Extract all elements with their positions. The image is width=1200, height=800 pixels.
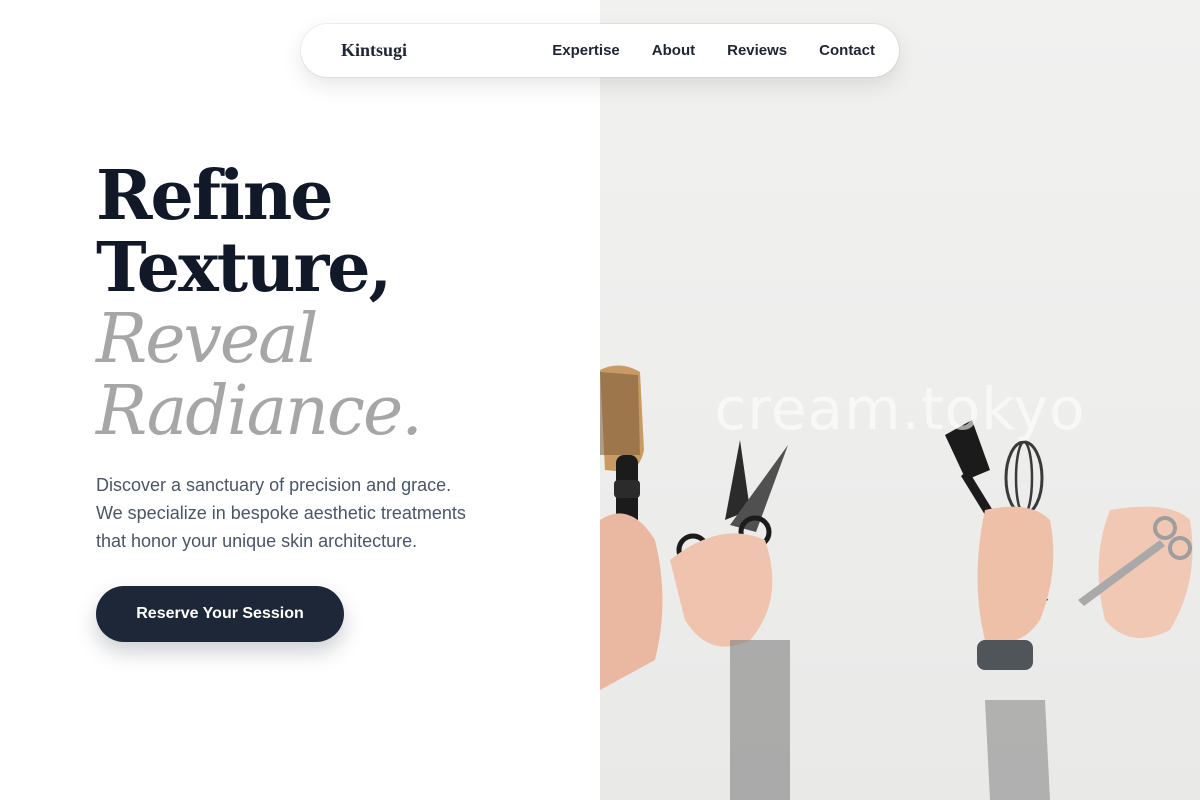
intro-line-2: We specialize in bespoke aesthetic treat… <box>96 503 466 523</box>
nav-link-expertise[interactable]: Expertise <box>552 42 620 59</box>
top-nav: Kintsugi Expertise About Reviews Contact <box>301 24 899 77</box>
headline-line-1: Refine <box>96 156 334 236</box>
nav-link-reviews[interactable]: Reviews <box>727 42 787 59</box>
brand-logo[interactable]: Kintsugi <box>341 40 407 61</box>
second-sleeve <box>730 640 790 800</box>
watermark-text: cream.tokyo <box>714 375 1086 443</box>
smartwatch-icon <box>977 640 1033 670</box>
hero-photo: cream.tokyo <box>600 0 1200 800</box>
reserve-session-button[interactable]: Reserve Your Session <box>96 586 344 642</box>
headline-line-2: Texture, <box>96 228 392 308</box>
intro-line-1: Discover a sanctuary of precision and gr… <box>96 475 452 495</box>
hero-headline: Refine Texture, Reveal Radiance. <box>96 156 423 451</box>
third-hand <box>977 506 1054 643</box>
intro-line-3: that honor your unique skin architecture… <box>96 531 418 551</box>
second-hand <box>670 533 773 647</box>
left-hand <box>600 513 663 690</box>
right-hand <box>1098 506 1193 638</box>
nav-link-about[interactable]: About <box>652 42 695 59</box>
headline-line-4: Radiance. <box>96 372 423 451</box>
third-sleeve <box>985 700 1050 800</box>
headline-line-3: Reveal <box>96 300 318 379</box>
nav-link-contact[interactable]: Contact <box>819 42 875 59</box>
hero-intro: Discover a sanctuary of precision and gr… <box>96 471 516 555</box>
nav-links: Expertise About Reviews Contact <box>552 42 875 59</box>
